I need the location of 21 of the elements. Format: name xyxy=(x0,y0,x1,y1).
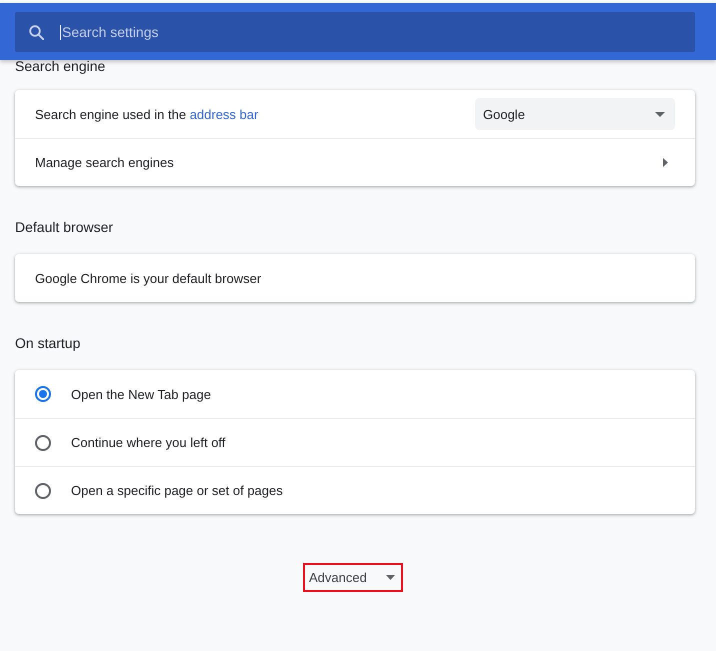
caret-right-icon xyxy=(663,158,668,167)
caret-down-icon xyxy=(386,575,395,580)
section-heading: On startup xyxy=(15,334,80,353)
caret-down-icon xyxy=(655,112,665,116)
radio-button[interactable] xyxy=(35,434,51,450)
radio-label: Continue where you left off xyxy=(71,435,226,450)
section-heading: Default browser xyxy=(15,218,114,237)
section-heading: Search engine xyxy=(15,57,106,76)
row-label: Search engine used in the address bar xyxy=(35,106,258,122)
radio-button[interactable] xyxy=(35,482,51,498)
expand-button[interactable]: Advanced xyxy=(303,563,403,592)
submenu-row[interactable]: Manage search engines xyxy=(15,138,695,186)
row-label: Google Chrome is your default browser xyxy=(35,270,262,286)
address-bar-link[interactable]: address bar xyxy=(190,106,258,122)
dropdown-select[interactable]: Google xyxy=(475,98,675,130)
radio-button[interactable] xyxy=(35,386,51,402)
search-icon xyxy=(29,25,44,40)
radio-label: Open the New Tab page xyxy=(71,386,211,402)
text-cursor-icon xyxy=(60,25,61,40)
radio-label: Open a specific page or set of pages xyxy=(71,483,283,498)
search-field[interactable]: Search settings xyxy=(15,12,695,52)
